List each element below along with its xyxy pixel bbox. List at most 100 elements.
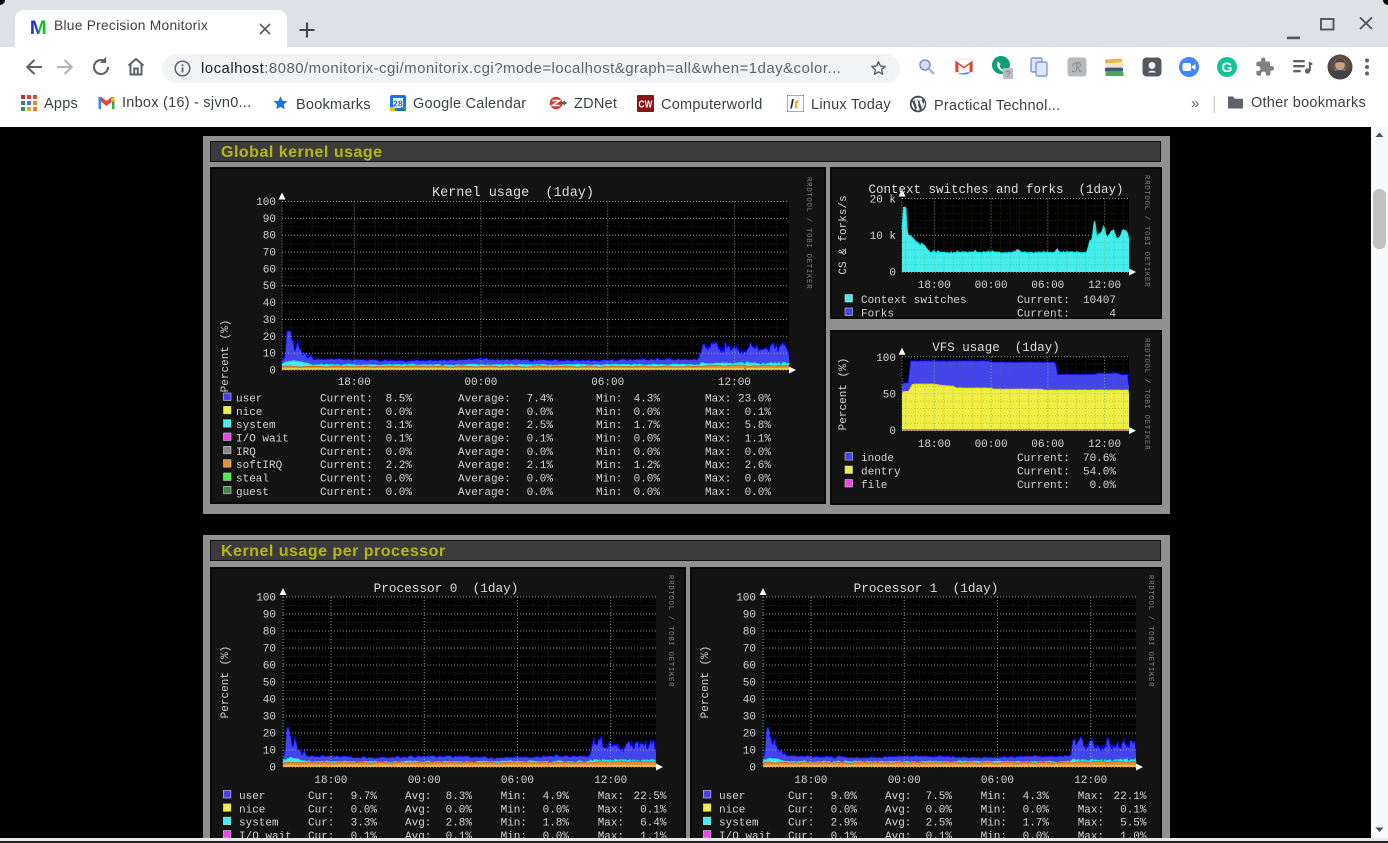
svg-text:60: 60	[263, 661, 276, 673]
svg-text:4.3%: 4.3%	[1023, 791, 1050, 803]
svg-text:0.0%: 0.0%	[527, 407, 554, 419]
svg-text:80: 80	[263, 231, 276, 243]
svg-text:CS & forks/s: CS & forks/s	[838, 195, 850, 274]
svg-text:10 k: 10 k	[870, 231, 897, 243]
svg-text:50: 50	[883, 390, 896, 402]
svg-text:18:00: 18:00	[314, 775, 347, 787]
svg-text:Min:: Min:	[596, 460, 622, 472]
svg-text:?: ?	[1005, 69, 1011, 79]
svg-text:0.1%: 0.1%	[446, 831, 473, 838]
svg-text:5.5%: 5.5%	[1120, 818, 1147, 830]
svg-text:ℛ: ℛ	[1072, 60, 1083, 75]
svg-text:18:00: 18:00	[918, 439, 951, 451]
svg-text:Cur:: Cur:	[308, 818, 334, 830]
svg-text:Current:: Current:	[320, 460, 373, 472]
svg-text:7.5%: 7.5%	[926, 791, 953, 803]
svg-text:50: 50	[263, 281, 276, 293]
svg-text:Average:: Average:	[458, 460, 511, 472]
svg-text:Min:: Min:	[981, 831, 1007, 838]
svg-text:12:00: 12:00	[594, 775, 627, 787]
svg-text:10: 10	[263, 746, 276, 758]
svg-text:Max:: Max:	[705, 433, 731, 445]
svg-text:100: 100	[256, 593, 276, 605]
svg-text:8.5%: 8.5%	[386, 394, 413, 406]
svg-text:Min:: Min:	[981, 791, 1007, 803]
svg-text:Max:: Max:	[1078, 804, 1104, 816]
svg-text:30: 30	[743, 712, 756, 724]
svg-text:Min:: Min:	[596, 487, 622, 499]
svg-text:Percent (%): Percent (%)	[838, 358, 850, 431]
svg-text:60: 60	[263, 264, 276, 276]
svg-text:0.0%: 0.0%	[634, 487, 661, 499]
svg-text:1.2%: 1.2%	[634, 460, 661, 472]
svg-text:Processor 0 (1day): Processor 0 (1day)	[374, 581, 519, 596]
svg-text:1.1%: 1.1%	[745, 433, 772, 445]
svg-text:Cur:: Cur:	[308, 791, 334, 803]
svg-text:0.1%: 0.1%	[745, 407, 772, 419]
svg-text:Avg:: Avg:	[885, 791, 911, 803]
svg-text:1.1%: 1.1%	[640, 831, 667, 838]
svg-text:0.0%: 0.0%	[527, 487, 554, 499]
svg-text:90: 90	[263, 610, 276, 622]
svg-text:inode: inode	[861, 453, 894, 465]
svg-text:100: 100	[256, 197, 276, 209]
svg-text:0: 0	[889, 268, 896, 280]
svg-text:2.6%: 2.6%	[745, 460, 772, 472]
svg-text:Min:: Min:	[501, 804, 527, 816]
svg-text:Current:: Current:	[1017, 467, 1070, 479]
svg-text:system: system	[236, 420, 276, 432]
svg-text:IRQ: IRQ	[236, 447, 256, 459]
svg-text:Avg:: Avg:	[885, 818, 911, 830]
svg-text:28: 28	[393, 99, 403, 109]
svg-text:Max:: Max:	[705, 447, 731, 459]
svg-text:Avg:: Avg:	[885, 804, 911, 816]
svg-text:0: 0	[269, 366, 276, 378]
svg-text:user: user	[239, 791, 265, 803]
svg-text:100: 100	[736, 593, 756, 605]
svg-text:Current:: Current:	[320, 394, 373, 406]
svg-text:Cur:: Cur:	[788, 791, 814, 803]
svg-text:Max:: Max:	[705, 487, 731, 499]
svg-text:Max:: Max:	[598, 831, 624, 838]
svg-text:t: t	[794, 97, 799, 112]
svg-text:3.3%: 3.3%	[351, 818, 378, 830]
svg-text:12:00: 12:00	[718, 377, 751, 389]
svg-text:Current:: Current:	[320, 473, 373, 485]
svg-text:0.0%: 0.0%	[543, 831, 570, 838]
svg-text:06:00: 06:00	[591, 377, 624, 389]
svg-text:40: 40	[263, 695, 276, 707]
svg-text:Min:: Min:	[981, 818, 1007, 830]
svg-text:RRDTOOL / TOBI OETIKER: RRDTOOL / TOBI OETIKER	[1142, 338, 1150, 450]
svg-text:RRDTOOL / TOBI OETIKER: RRDTOOL / TOBI OETIKER	[666, 575, 674, 687]
svg-text:Cur:: Cur:	[308, 804, 334, 816]
svg-text:Current:: Current:	[320, 433, 373, 445]
svg-text:Max:: Max:	[705, 407, 731, 419]
svg-text:2.1%: 2.1%	[527, 460, 554, 472]
svg-text:0.0%: 0.0%	[634, 473, 661, 485]
svg-text:0.1%: 0.1%	[1120, 804, 1147, 816]
svg-text:Max:: Max:	[1078, 791, 1104, 803]
svg-text:CW: CW	[639, 100, 653, 111]
svg-text:Max:: Max:	[598, 791, 624, 803]
svg-text:Average:: Average:	[458, 407, 511, 419]
svg-text:0.0%: 0.0%	[745, 447, 772, 459]
svg-text:Processor 1 (1day): Processor 1 (1day)	[854, 581, 999, 596]
svg-text:Current:: Current:	[1017, 308, 1070, 319]
svg-text:70: 70	[263, 248, 276, 260]
svg-text:Current:: Current:	[320, 407, 373, 419]
svg-text:Max:: Max:	[705, 394, 731, 406]
svg-text:00:00: 00:00	[888, 775, 921, 787]
svg-text:0.0%: 0.0%	[831, 804, 858, 816]
svg-text:30: 30	[263, 315, 276, 327]
svg-text:Cur:: Cur:	[788, 831, 814, 838]
svg-text:1.0%: 1.0%	[1120, 831, 1147, 838]
svg-text:20: 20	[263, 332, 276, 344]
svg-text:06:00: 06:00	[1031, 439, 1064, 451]
svg-text:18:00: 18:00	[338, 377, 371, 389]
svg-text:0.0%: 0.0%	[351, 804, 378, 816]
svg-text:3.1%: 3.1%	[386, 420, 413, 432]
svg-text:23.0%: 23.0%	[738, 394, 771, 406]
svg-text:4.3%: 4.3%	[634, 394, 661, 406]
svg-text:0.1%: 0.1%	[926, 831, 953, 838]
svg-text:18:00: 18:00	[918, 280, 951, 292]
